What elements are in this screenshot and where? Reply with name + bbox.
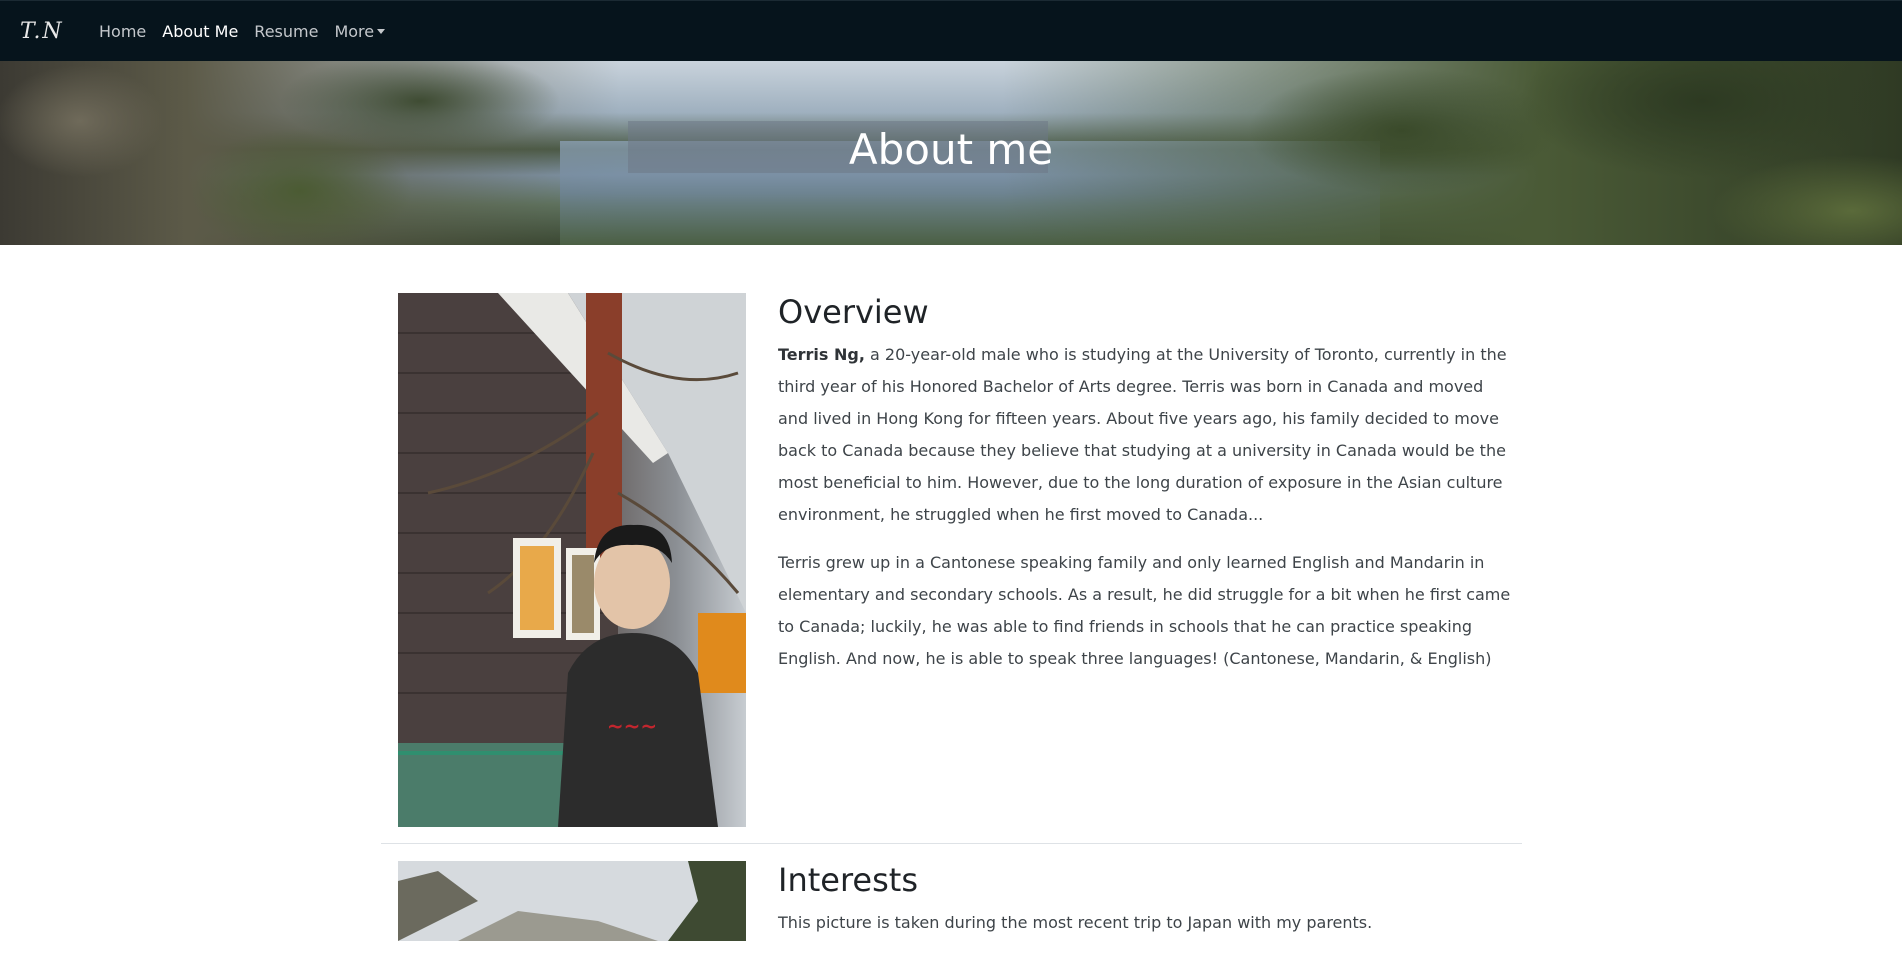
nav-more-dropdown[interactable]: More: [334, 21, 386, 41]
nav-more-label: More: [334, 21, 375, 41]
portrait-photo: ~~~: [398, 293, 746, 827]
person-name: Terris Ng,: [778, 345, 865, 364]
caret-down-icon: [377, 28, 386, 34]
overview-paragraph-2: Terris grew up in a Cantonese speaking f…: [778, 553, 1511, 668]
japan-trip-photo-art: [398, 861, 746, 941]
overview-paragraph-1-text: a 20-year-old male who is studying at th…: [778, 345, 1507, 524]
overview-paragraph-1: Terris Ng, a 20-year-old male who is stu…: [778, 339, 1513, 531]
overview-text: Overview Terris Ng, a 20-year-old male w…: [778, 293, 1513, 691]
top-navbar: T.N Home About Me Resume More: [0, 0, 1902, 61]
brand-logo[interactable]: T.N: [20, 19, 80, 44]
nav-resume[interactable]: Resume: [254, 22, 318, 41]
overview-section: ~~~ Overview Terris Ng, a 20-year-old ma…: [381, 245, 1522, 844]
overview-heading: Overview: [778, 293, 929, 331]
interests-section: Interests This picture is taken during t…: [381, 845, 1522, 941]
nav-about-me[interactable]: About Me: [162, 22, 238, 41]
interests-heading: Interests: [778, 861, 918, 899]
portrait-photo-art: ~~~: [398, 293, 746, 827]
page-title: About me: [848, 125, 1054, 174]
nav-home[interactable]: Home: [99, 22, 146, 41]
japan-trip-photo: [398, 861, 746, 941]
svg-text:~~~: ~~~: [607, 714, 657, 738]
interests-paragraph-1: This picture is taken during the most re…: [778, 913, 1373, 932]
hero-banner: About me: [0, 61, 1902, 245]
